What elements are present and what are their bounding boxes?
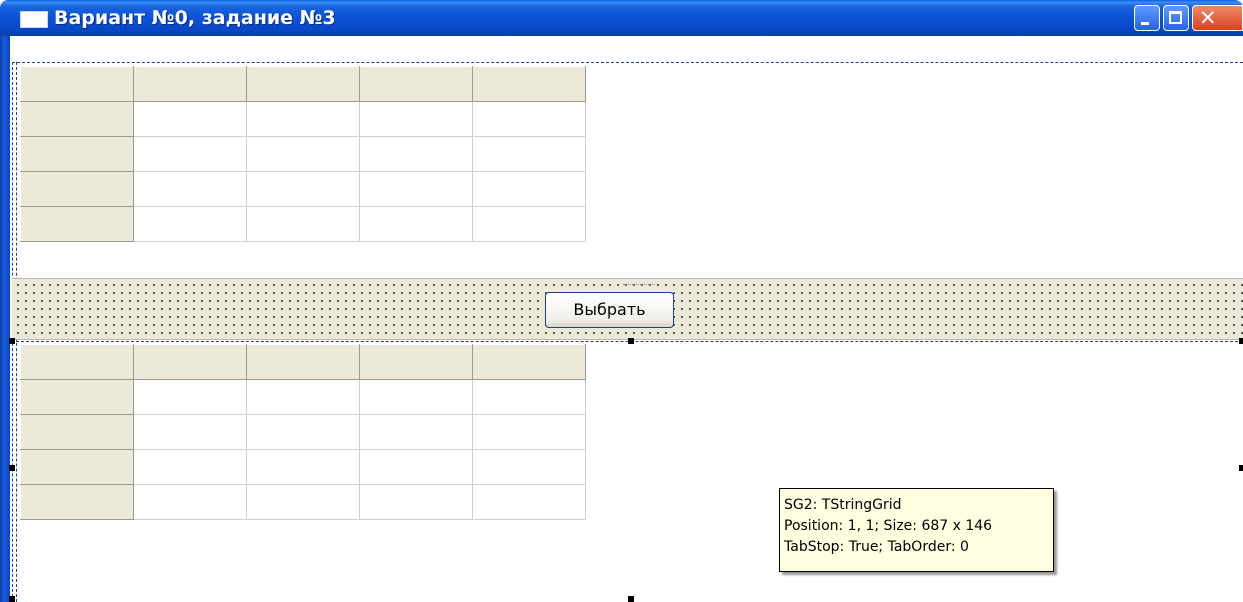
grid-fixed-cell: [20, 136, 134, 172]
close-button[interactable]: ✕: [1192, 5, 1243, 31]
grid-cell[interactable]: [133, 414, 247, 450]
grid-cell[interactable]: [246, 484, 360, 520]
grid-fixed-cell: [359, 344, 473, 380]
grid-row: [20, 414, 586, 450]
grid-cell[interactable]: [472, 379, 586, 415]
grid-row: [20, 206, 586, 242]
grid-fixed-cell: [20, 484, 134, 520]
grid-cell[interactable]: [246, 414, 360, 450]
grid-cell[interactable]: [472, 136, 586, 172]
grid-cell[interactable]: [359, 449, 473, 485]
grid-cell[interactable]: [133, 484, 247, 520]
string-grid-1[interactable]: [20, 66, 586, 242]
grid-fixed-cell: [20, 344, 134, 380]
title-bar[interactable]: Вариант №0, задание №3 ✕: [0, 0, 1243, 36]
window-icon: [20, 11, 48, 28]
grid-fixed-cell: [246, 66, 360, 102]
resize-handle-tr[interactable]: [1239, 338, 1243, 344]
grid-cell[interactable]: [359, 379, 473, 415]
grid-cell[interactable]: [359, 484, 473, 520]
grid-cell[interactable]: [133, 449, 247, 485]
maximize-icon: [1169, 11, 1182, 24]
grid-cell[interactable]: [133, 379, 247, 415]
window-title: Вариант №0, задание №3: [54, 7, 336, 29]
grid-row: [20, 379, 586, 415]
grid-fixed-cell: [246, 344, 360, 380]
grid-fixed-cell: [20, 414, 134, 450]
grid-cell[interactable]: [359, 101, 473, 137]
resize-handle-bl[interactable]: [9, 596, 15, 602]
grid-fixed-cell: [472, 344, 586, 380]
grid-fixed-cell: [359, 66, 473, 102]
grid-cell[interactable]: [472, 414, 586, 450]
grid-fixed-cell: [20, 171, 134, 207]
grid-cell[interactable]: [246, 101, 360, 137]
minimize-button[interactable]: [1134, 5, 1160, 31]
grid-cell[interactable]: [133, 101, 247, 137]
button-panel: Выбрать: [12, 278, 1243, 340]
resize-handle-tl[interactable]: [9, 338, 15, 344]
grid-cell[interactable]: [472, 449, 586, 485]
grid-row: [20, 171, 586, 207]
grid-fixed-cell: [20, 66, 134, 102]
grid-fixed-cell: [20, 206, 134, 242]
close-icon: ✕: [1199, 6, 1217, 30]
grid-fixed-cell: [20, 101, 134, 137]
resize-handle-mr[interactable]: [1239, 465, 1243, 471]
grid-cell[interactable]: [133, 136, 247, 172]
grid-cell[interactable]: [133, 206, 247, 242]
panel-grip[interactable]: [623, 284, 655, 287]
grid-cell[interactable]: [472, 171, 586, 207]
grid-row: [20, 136, 586, 172]
grid-cell[interactable]: [133, 171, 247, 207]
grid-row: [20, 449, 586, 485]
grid-row: [20, 66, 586, 102]
select-button[interactable]: Выбрать: [545, 292, 674, 328]
maximize-button[interactable]: [1163, 5, 1189, 31]
grid-cell[interactable]: [246, 206, 360, 242]
grid-fixed-cell: [472, 66, 586, 102]
grid-row: [20, 101, 586, 137]
tooltip-line-tabstop: TabStop: True; TabOrder: 0: [784, 539, 969, 555]
grid-cell[interactable]: [246, 136, 360, 172]
grid-cell[interactable]: [359, 206, 473, 242]
minimize-icon: [1141, 22, 1149, 25]
tooltip-line-position: Position: 1, 1; Size: 687 x 146: [784, 518, 993, 534]
grid-row: [20, 484, 586, 520]
tooltip-line-name: SG2: TStringGrid: [784, 497, 902, 513]
grid-cell[interactable]: [246, 171, 360, 207]
grid-cell[interactable]: [246, 449, 360, 485]
string-grid-2[interactable]: [20, 344, 586, 520]
grid-row: [20, 344, 586, 380]
component-hint-tooltip: SG2: TStringGrid Position: 1, 1; Size: 6…: [779, 488, 1054, 572]
grid-fixed-cell: [133, 66, 247, 102]
grid-cell[interactable]: [472, 206, 586, 242]
resize-handle-bm[interactable]: [628, 596, 634, 602]
resize-handle-ml[interactable]: [9, 465, 15, 471]
grid-fixed-cell: [20, 379, 134, 415]
grid-fixed-cell: [133, 344, 247, 380]
grid-cell[interactable]: [472, 101, 586, 137]
grid-cell[interactable]: [359, 136, 473, 172]
grid-cell[interactable]: [472, 484, 586, 520]
grid-cell[interactable]: [359, 414, 473, 450]
grid-fixed-cell: [20, 449, 134, 485]
selection-border-top: [12, 62, 1243, 63]
grid-cell[interactable]: [246, 379, 360, 415]
grid-cell[interactable]: [359, 171, 473, 207]
window-frame-left: [0, 36, 10, 602]
resize-handle-tm[interactable]: [628, 338, 634, 344]
